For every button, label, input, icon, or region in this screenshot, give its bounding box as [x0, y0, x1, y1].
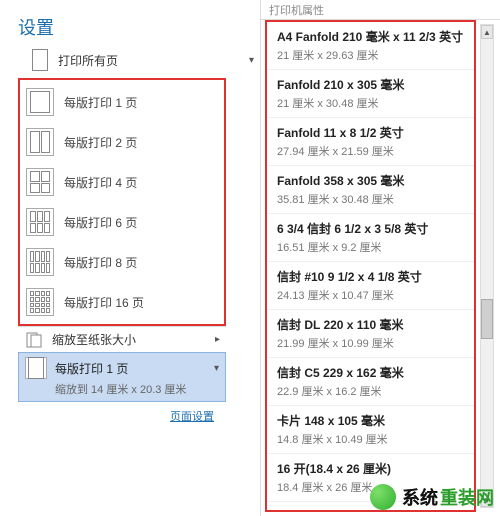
pages-per-sheet-option[interactable]: 每版打印 6 页: [20, 202, 224, 242]
pages-per-sheet-option[interactable]: 每版打印 2 页: [20, 122, 224, 162]
scale-label: 缩放至纸张大小: [52, 331, 136, 348]
paper-size-name: A4 Fanfold 210 毫米 x 11 2/3 英寸: [277, 28, 464, 45]
pages-per-sheet-label: 每版打印 4 页: [64, 174, 137, 191]
paper-size-option[interactable]: A4 Fanfold 210 毫米 x 11 2/3 英寸 21 厘米 x 29.…: [267, 22, 474, 70]
scale-icon: [24, 330, 44, 350]
paper-size-dimensions: 24.13 厘米 x 10.47 厘米: [277, 287, 464, 303]
paper-size-dimensions: 18.4 厘米 x 26 厘米: [277, 479, 464, 495]
paper-size-dimensions: 27.94 厘米 x 21.59 厘米: [277, 143, 464, 159]
paper-size-dimensions: 14.8 厘米 x 10.49 厘米: [277, 431, 464, 447]
print-scope-dropdown[interactable]: 打印所有页 ▾: [0, 48, 260, 72]
pages-grid-icon: [26, 248, 54, 276]
paper-size-option[interactable]: 卡片 148 x 105 毫米 14.8 厘米 x 10.49 厘米: [267, 406, 474, 454]
pages-per-sheet-label: 每版打印 2 页: [64, 134, 137, 151]
paper-size-name: Fanfold 210 x 305 毫米: [277, 76, 464, 93]
paper-size-option[interactable]: 32 开(13 x 18.4 厘米)13 厘米 x 18.4 厘米: [267, 502, 474, 512]
scroll-down-button[interactable]: ▼: [481, 493, 493, 507]
print-scope-label: 打印所有页: [58, 52, 118, 69]
paper-size-option[interactable]: Fanfold 11 x 8 1/2 英寸 27.94 厘米 x 21.59 厘米: [267, 118, 474, 166]
paper-size-dimensions: 22.9 厘米 x 16.2 厘米: [277, 383, 464, 399]
chevron-down-icon: ▾: [249, 55, 254, 66]
page-icon: [25, 357, 47, 379]
pages-per-sheet-menu: 每版打印 1 页每版打印 2 页每版打印 4 页每版打印 6 页每版打印 8 页…: [18, 78, 226, 326]
pages-per-sheet-option[interactable]: 每版打印 1 页: [20, 82, 224, 122]
paper-size-name: 信封 #10 9 1/2 x 4 1/8 英寸: [277, 268, 464, 285]
paper-size-name: 6 3/4 信封 6 1/2 x 3 5/8 英寸: [277, 220, 464, 237]
page-setup-link[interactable]: 页面设置: [18, 402, 226, 424]
pages-per-sheet-label: 每版打印 16 页: [64, 294, 144, 311]
paper-size-name: 信封 DL 220 x 110 毫米: [277, 316, 464, 333]
paper-size-dimensions: 21.99 厘米 x 10.99 厘米: [277, 335, 464, 351]
pages-grid-icon: [26, 288, 54, 316]
paper-size-name: Fanfold 358 x 305 毫米: [277, 172, 464, 189]
pages-per-sheet-label: 每版打印 6 页: [64, 214, 137, 231]
paper-size-dimensions: 21 厘米 x 29.63 厘米: [277, 47, 464, 63]
paper-size-option[interactable]: 信封 DL 220 x 110 毫米 21.99 厘米 x 10.99 厘米: [267, 310, 474, 358]
paper-size-list: A4 Fanfold 210 毫米 x 11 2/3 英寸 21 厘米 x 29.…: [265, 20, 476, 512]
pages-per-sheet-label: 每版打印 1 页: [64, 94, 137, 111]
chevron-down-icon: ▾: [214, 363, 219, 374]
pages-per-sheet-option[interactable]: 每版打印 16 页: [20, 282, 224, 322]
paper-size-dimensions: 21 厘米 x 30.48 厘米: [277, 95, 464, 111]
paper-size-name: 32 开(13 x 18.4 厘米): [277, 508, 464, 512]
settings-title: 设置: [0, 10, 260, 48]
paper-size-name: 卡片 148 x 105 毫米: [277, 412, 464, 429]
pages-grid-icon: [26, 168, 54, 196]
paper-size-option[interactable]: 信封 C5 229 x 162 毫米 22.9 厘米 x 16.2 厘米: [267, 358, 474, 406]
paper-size-dimensions: 35.81 厘米 x 30.48 厘米: [277, 191, 464, 207]
current-pages-per-sheet-dropdown[interactable]: 每版打印 1 页 ▾ 缩放到 14 厘米 x 20.3 厘米: [18, 352, 226, 402]
chevron-right-icon: ▸: [215, 334, 220, 345]
scroll-thumb[interactable]: [481, 299, 493, 339]
paper-size-option[interactable]: Fanfold 358 x 305 毫米 35.81 厘米 x 30.48 厘米: [267, 166, 474, 214]
scroll-up-button[interactable]: ▲: [481, 25, 493, 39]
paper-size-dimensions: 16.51 厘米 x 9.2 厘米: [277, 239, 464, 255]
paper-size-name: 信封 C5 229 x 162 毫米: [277, 364, 464, 381]
pages-grid-icon: [26, 88, 54, 116]
scale-to-paper-row[interactable]: 缩放至纸张大小 ▸: [18, 326, 226, 352]
scroll-track[interactable]: [481, 39, 493, 493]
paper-size-name: Fanfold 11 x 8 1/2 英寸: [277, 124, 464, 141]
paper-size-option[interactable]: 6 3/4 信封 6 1/2 x 3 5/8 英寸 16.51 厘米 x 9.2 …: [267, 214, 474, 262]
scrollbar[interactable]: ▲ ▼: [480, 24, 494, 508]
printer-properties-header: 打印机属性: [261, 0, 500, 20]
pages-grid-icon: [26, 208, 54, 236]
paper-size-name: 16 开(18.4 x 26 厘米): [277, 460, 464, 477]
document-icon: [30, 50, 50, 70]
paper-size-option[interactable]: Fanfold 210 x 305 毫米 21 厘米 x 30.48 厘米: [267, 70, 474, 118]
pages-per-sheet-option[interactable]: 每版打印 4 页: [20, 162, 224, 202]
paper-size-option[interactable]: 信封 #10 9 1/2 x 4 1/8 英寸 24.13 厘米 x 10.47 …: [267, 262, 474, 310]
pages-per-sheet-option[interactable]: 每版打印 8 页: [20, 242, 224, 282]
pages-grid-icon: [26, 128, 54, 156]
current-pps-label: 每版打印 1 页: [55, 360, 128, 377]
pages-per-sheet-label: 每版打印 8 页: [64, 254, 137, 271]
current-pps-sub: 缩放到 14 厘米 x 20.3 厘米: [25, 381, 219, 397]
paper-size-option[interactable]: 16 开(18.4 x 26 厘米) 18.4 厘米 x 26 厘米: [267, 454, 474, 502]
